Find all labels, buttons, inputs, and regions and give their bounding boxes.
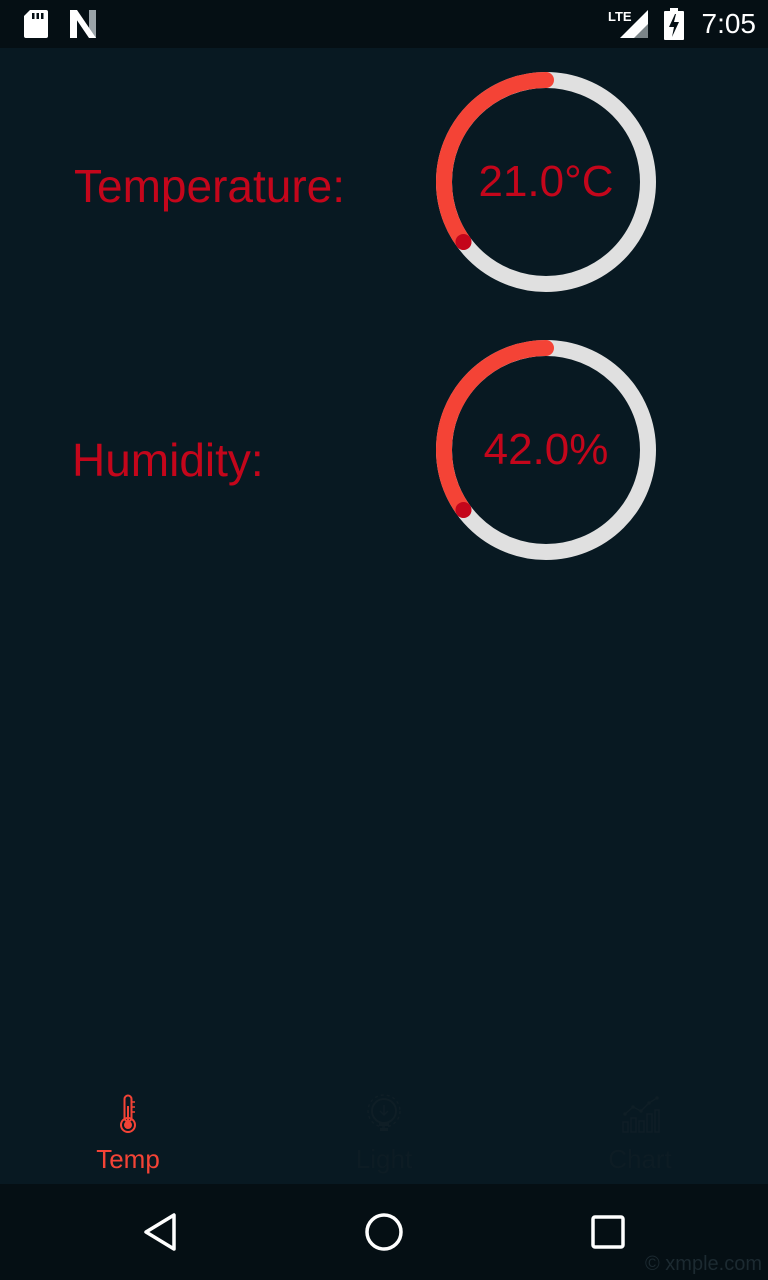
main-content: Temperature: 21.0°C Humidity: 42.0% — [0, 48, 768, 1084]
nav-label-light: Light — [355, 1144, 413, 1174]
bottom-navigation: Temp Light Chart — [0, 1084, 768, 1184]
n-logo-icon — [68, 10, 98, 43]
humidity-gauge-dot — [455, 501, 472, 518]
bar-chart-icon — [620, 1094, 660, 1134]
watermark: © xmple.com — [645, 1253, 762, 1275]
home-icon[interactable] — [360, 1208, 408, 1256]
nav-label-chart: Chart — [608, 1144, 672, 1174]
lightbulb-icon — [364, 1094, 404, 1134]
nav-item-light[interactable]: Light — [256, 1084, 512, 1184]
recents-icon[interactable] — [584, 1208, 632, 1256]
temperature-gauge-dot — [455, 233, 472, 250]
temperature-value: 21.0°C — [478, 157, 614, 206]
status-bar: LTE 7:05 — [0, 0, 768, 48]
humidity-label: Humidity: — [72, 434, 264, 486]
thermometer-icon — [108, 1094, 148, 1134]
nav-label-temp: Temp — [96, 1144, 160, 1174]
back-icon[interactable] — [136, 1208, 184, 1256]
humidity-value: 42.0% — [483, 425, 609, 474]
nav-item-temp[interactable]: Temp — [0, 1084, 256, 1184]
battery-charging-icon — [664, 8, 684, 45]
nav-item-chart[interactable]: Chart — [512, 1084, 768, 1184]
humidity-gauge: 42.0% — [434, 338, 658, 562]
lte-signal-icon: LTE — [608, 8, 650, 45]
temperature-gauge: 21.0°C — [434, 70, 658, 294]
temperature-label: Temperature: — [74, 160, 346, 212]
network-type-label: LTE — [608, 9, 632, 24]
status-clock: 7:05 — [701, 8, 757, 39]
sd-card-icon — [24, 10, 48, 43]
